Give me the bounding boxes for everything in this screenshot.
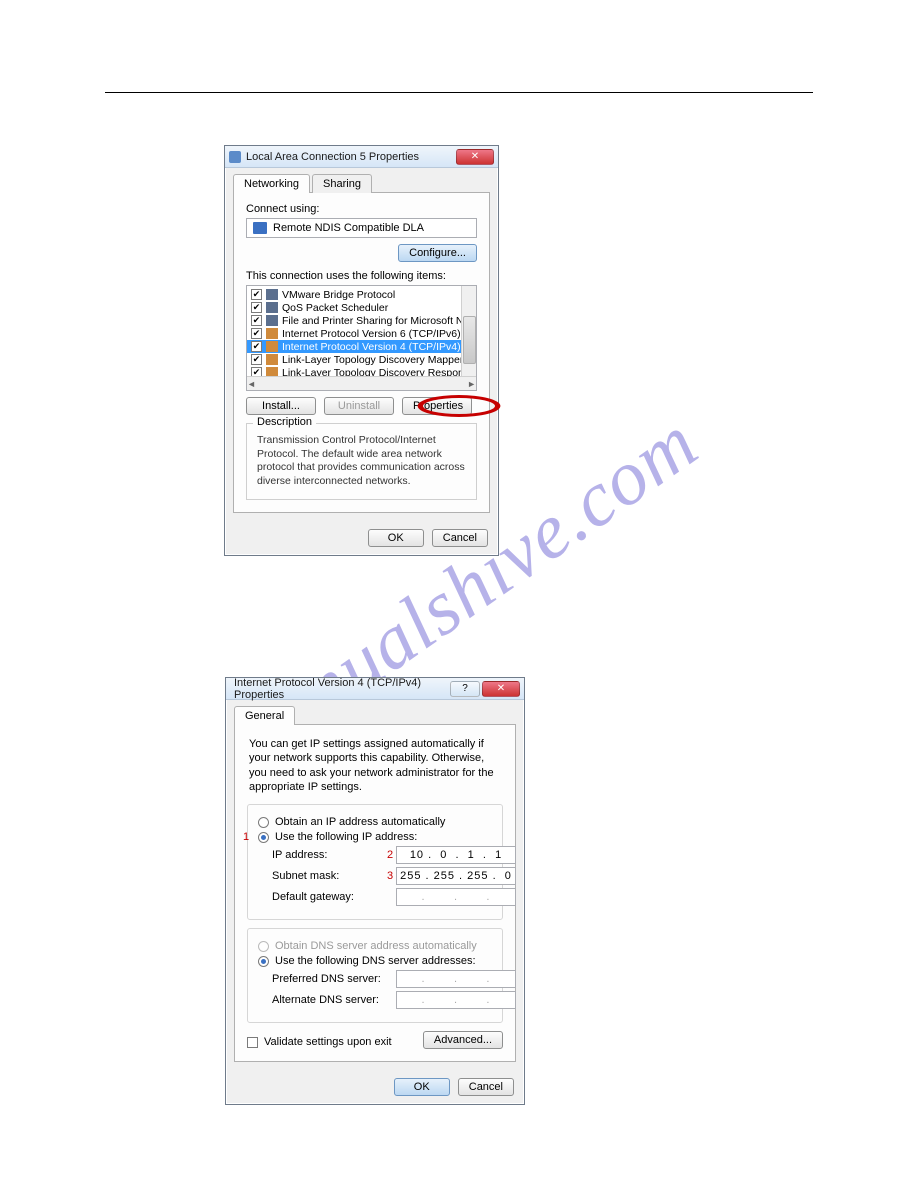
items-label: This connection uses the following items… — [246, 270, 477, 282]
vertical-scrollbar[interactable] — [461, 286, 476, 376]
window-title: Internet Protocol Version 4 (TCP/IPv4) P… — [230, 677, 450, 701]
list-item[interactable]: ✔Internet Protocol Version 6 (TCP/IPv6) — [247, 327, 476, 340]
close-icon[interactable]: ✕ — [456, 149, 494, 165]
properties-button[interactable]: Properties — [402, 397, 472, 415]
list-item-selected[interactable]: ✔Internet Protocol Version 4 (TCP/IPv4) — [247, 340, 476, 353]
ip-address-row: IP address: 2 — [258, 846, 492, 864]
install-button[interactable]: Install... — [246, 397, 316, 415]
configure-button[interactable]: Configure... — [398, 244, 477, 262]
general-panel: You can get IP settings assigned automat… — [234, 724, 516, 1062]
cancel-button[interactable]: Cancel — [432, 529, 488, 547]
radio-use-dns[interactable]: Use the following DNS server addresses: — [258, 955, 492, 967]
radio-icon[interactable] — [258, 832, 269, 843]
titlebar[interactable]: Local Area Connection 5 Properties ✕ — [225, 146, 498, 168]
protocol-icon — [266, 315, 278, 326]
gateway-row: Default gateway: — [258, 888, 492, 906]
protocol-icon — [266, 341, 278, 352]
tab-networking[interactable]: Networking — [233, 174, 310, 193]
checkbox-icon[interactable]: ✔ — [251, 328, 262, 339]
tabs: Networking Sharing — [233, 174, 498, 193]
list-item[interactable]: ✔Link-Layer Topology Discovery Mapper I/… — [247, 353, 476, 366]
list-item[interactable]: ✔VMware Bridge Protocol — [247, 288, 476, 301]
instructions-text: You can get IP settings assigned automat… — [247, 735, 503, 804]
ok-button[interactable]: OK — [368, 529, 424, 547]
connect-using-label: Connect using: — [246, 203, 477, 215]
tab-general[interactable]: General — [234, 706, 295, 725]
networking-panel: Connect using: Remote NDIS Compatible DL… — [233, 192, 490, 513]
marker-3: 3 — [384, 870, 396, 882]
marker-1: 1 — [240, 831, 252, 843]
description-text: Transmission Control Protocol/Internet P… — [257, 434, 466, 489]
network-icon — [229, 151, 241, 163]
titlebar[interactable]: Internet Protocol Version 4 (TCP/IPv4) P… — [226, 678, 524, 700]
subnet-row: Subnet mask: 3 — [258, 867, 492, 885]
gateway-label: Default gateway: — [258, 891, 384, 903]
preferred-dns-row: Preferred DNS server: — [258, 970, 492, 988]
page-rule — [105, 92, 813, 93]
radio-use-ip[interactable]: 1 Use the following IP address: — [258, 831, 492, 843]
protocol-icon — [266, 302, 278, 313]
marker-2: 2 — [384, 849, 396, 861]
dns-group: Obtain DNS server address automatically … — [247, 928, 503, 1023]
alternate-dns-row: Alternate DNS server: — [258, 991, 492, 1009]
radio-auto-dns: Obtain DNS server address automatically — [258, 940, 492, 952]
preferred-dns-input[interactable] — [396, 970, 516, 988]
gateway-input[interactable] — [396, 888, 516, 906]
cancel-button[interactable]: Cancel — [458, 1078, 514, 1096]
validate-advanced-row: Validate settings upon exit Advanced... — [247, 1031, 503, 1049]
checkbox-icon[interactable]: ✔ — [251, 354, 262, 365]
checkbox-icon[interactable]: ✔ — [251, 289, 262, 300]
ip-address-input[interactable] — [396, 846, 516, 864]
alternate-dns-input[interactable] — [396, 991, 516, 1009]
tab-sharing[interactable]: Sharing — [312, 174, 372, 193]
action-button-row: Install... Uninstall Properties — [246, 397, 477, 415]
validate-checkbox-row[interactable]: Validate settings upon exit — [247, 1036, 392, 1048]
adapter-name: Remote NDIS Compatible DLA — [273, 222, 424, 234]
protocol-icon — [266, 328, 278, 339]
uninstall-button: Uninstall — [324, 397, 394, 415]
protocol-icon — [266, 289, 278, 300]
advanced-button[interactable]: Advanced... — [423, 1031, 503, 1049]
dialog-footer: OK Cancel — [226, 1070, 524, 1104]
checkbox-icon[interactable]: ✔ — [251, 302, 262, 313]
close-icon[interactable]: ✕ — [482, 681, 520, 697]
tabs: General — [234, 706, 524, 725]
ipv4-properties-dialog: Internet Protocol Version 4 (TCP/IPv4) P… — [225, 677, 525, 1105]
radio-icon[interactable] — [258, 956, 269, 967]
help-icon[interactable]: ? — [450, 681, 480, 697]
radio-auto-ip[interactable]: Obtain an IP address automatically — [258, 816, 492, 828]
subnet-label: Subnet mask: — [258, 870, 384, 882]
alternate-dns-label: Alternate DNS server: — [258, 994, 384, 1006]
adapter-field[interactable]: Remote NDIS Compatible DLA — [246, 218, 477, 238]
ip-group: Obtain an IP address automatically 1 Use… — [247, 804, 503, 920]
items-list[interactable]: ✔VMware Bridge Protocol ✔QoS Packet Sche… — [246, 285, 477, 391]
radio-icon[interactable] — [258, 817, 269, 828]
description-title: Description — [253, 416, 316, 428]
preferred-dns-label: Preferred DNS server: — [258, 973, 384, 985]
ok-button[interactable]: OK — [394, 1078, 450, 1096]
ip-address-label: IP address: — [258, 849, 384, 861]
dialog-footer: OK Cancel — [225, 521, 498, 555]
checkbox-icon[interactable] — [247, 1037, 258, 1048]
adapter-icon — [253, 222, 267, 234]
description-group: Description Transmission Control Protoco… — [246, 423, 477, 500]
window-title: Local Area Connection 5 Properties — [246, 151, 456, 163]
protocol-icon — [266, 354, 278, 365]
list-item[interactable]: ✔File and Printer Sharing for Microsoft … — [247, 314, 476, 327]
checkbox-icon[interactable]: ✔ — [251, 341, 262, 352]
horizontal-scrollbar[interactable]: ◄► — [247, 376, 476, 390]
subnet-input[interactable] — [396, 867, 516, 885]
checkbox-icon[interactable]: ✔ — [251, 315, 262, 326]
list-item[interactable]: ✔QoS Packet Scheduler — [247, 301, 476, 314]
lan-properties-dialog: Local Area Connection 5 Properties ✕ Net… — [224, 145, 499, 556]
scroll-thumb[interactable] — [463, 316, 476, 364]
radio-icon — [258, 941, 269, 952]
